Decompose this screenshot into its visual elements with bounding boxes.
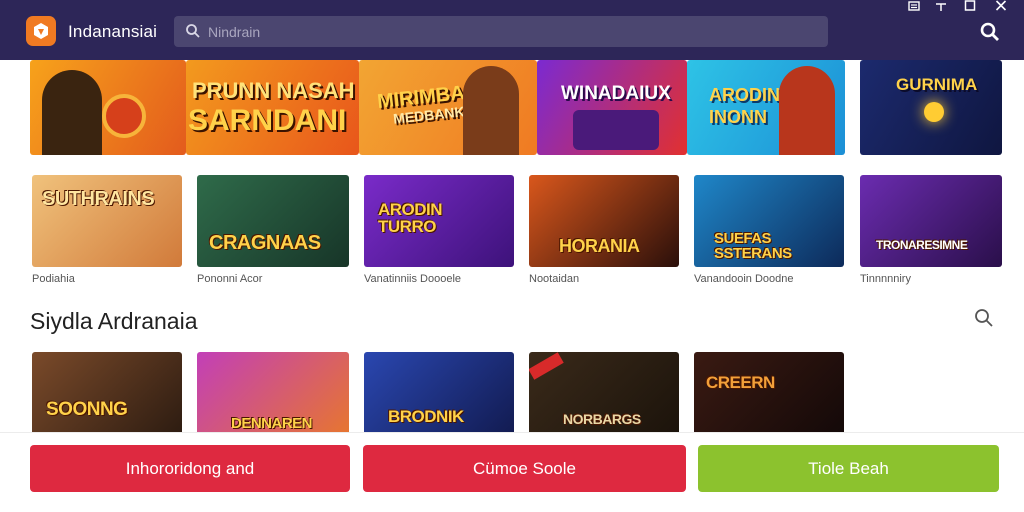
hero-banner[interactable]: ARODIN INONN: [687, 60, 845, 155]
game-card[interactable]: HORANIA: [529, 175, 679, 267]
banner-title: GURNIMA: [896, 75, 978, 94]
game-card-title: DENNAREN: [231, 415, 313, 432]
game-card[interactable]: DENNAREN: [197, 352, 349, 444]
action-button-primary[interactable]: Inhororidong and: [30, 445, 350, 492]
search-icon: [186, 24, 200, 38]
banner-subtitle: INONN: [709, 107, 767, 127]
game-card-caption: Podiahia: [32, 273, 75, 285]
app-logo: [26, 16, 56, 46]
search-icon: [975, 309, 993, 327]
game-card-title: NORBARGS: [563, 411, 641, 427]
game-card-title: HORANIA: [559, 236, 640, 256]
title-bar: Indanansiai: [0, 0, 1024, 60]
game-card-caption: Nootaidan: [529, 273, 580, 285]
app-logo-icon: [34, 23, 48, 39]
banner-subtitle: SARNDANI: [188, 104, 347, 137]
hero-banner[interactable]: PRUNN NASAH SARNDANI: [186, 60, 359, 155]
game-card[interactable]: CRAGNAAS: [197, 175, 349, 267]
game-card-title: BRODNIK: [388, 407, 464, 426]
game-card-title: SOONNG: [46, 399, 128, 420]
maximize-icon[interactable]: [955, 0, 985, 12]
hero-banner[interactable]: MIRIMBANK MEDBANK: [359, 60, 537, 155]
banner-title: ARODIN: [709, 85, 780, 105]
game-card-title: CREERN: [706, 373, 775, 392]
game-card-caption: Vanandooin Doodne: [694, 273, 794, 285]
game-card-title: SUEFAS SSTERANS: [714, 230, 792, 262]
search-input[interactable]: [208, 16, 808, 47]
app-title: Indanansiai: [68, 22, 158, 41]
search-box[interactable]: [174, 16, 828, 47]
search-icon: [980, 22, 999, 41]
game-card[interactable]: ARODIN TURRO: [364, 175, 514, 267]
game-card-caption: Pononni Acor: [197, 273, 263, 285]
hero-banner[interactable]: GURNIMA: [860, 60, 1002, 155]
close-icon[interactable]: [986, 0, 1016, 12]
action-button-tertiary[interactable]: Tiole Beah: [698, 445, 999, 492]
banner-title: WINADAIUX: [561, 83, 671, 104]
section-title: Siydla Ardranaia: [30, 308, 198, 334]
game-card[interactable]: CREERN: [694, 352, 844, 444]
game-card-caption: Tinnnnniry: [860, 273, 911, 285]
game-card[interactable]: TRONARESIMNE: [860, 175, 1002, 267]
ribbon-badge: [529, 352, 564, 380]
menu-icon[interactable]: [899, 0, 929, 12]
game-card-title: ARODIN TURRO: [378, 200, 443, 236]
game-card-caption: Vanatinniis Doooele: [364, 273, 462, 285]
game-card-title: TRONARESIMNE: [876, 238, 968, 252]
game-card-title: CRAGNAAS: [209, 232, 321, 254]
hero-banner[interactable]: [30, 60, 186, 155]
banner-title: PRUNN NASAH: [192, 78, 355, 103]
game-card[interactable]: SUEFAS SSTERANS: [694, 175, 844, 267]
section-search-button[interactable]: [973, 307, 995, 334]
header-search-button[interactable]: [978, 20, 1002, 44]
action-button-secondary[interactable]: Cümoe Soole: [363, 445, 686, 492]
game-card[interactable]: SUTHRAINS: [32, 175, 182, 267]
game-card[interactable]: BRODNIK: [364, 352, 514, 444]
game-card[interactable]: SOONNG: [32, 352, 182, 444]
minimize-icon[interactable]: [926, 0, 956, 12]
game-card[interactable]: NORBARGS: [529, 352, 679, 444]
hero-banner[interactable]: WINADAIUX: [537, 60, 687, 155]
game-card-title: SUTHRAINS: [42, 188, 155, 210]
